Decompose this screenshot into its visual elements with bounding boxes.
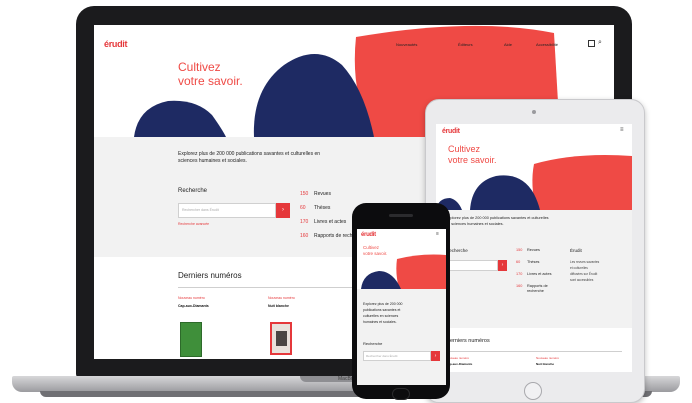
- phone-search-input[interactable]: Rechercher dans Érudit: [363, 351, 431, 361]
- category-journals[interactable]: Revues: [314, 191, 331, 197]
- cover-photo: [276, 331, 287, 346]
- intro-line1: Explorez plus de 200 000 publications sa…: [178, 151, 321, 157]
- journal-cover[interactable]: [180, 322, 202, 357]
- category-reports[interactable]: Rapports de recherche: [527, 284, 561, 294]
- category-count: 160: [300, 233, 309, 239]
- latest-tag: Nouveau numéro: [178, 296, 205, 300]
- category-theses[interactable]: Thèses: [314, 205, 330, 211]
- phone-home-button[interactable]: [392, 388, 410, 400]
- divider: [178, 287, 358, 288]
- phone-search-label: Recherche: [363, 341, 383, 346]
- latest-journal-name[interactable]: Nuit blanche: [268, 304, 289, 308]
- side-text: et culturelles: [570, 266, 588, 270]
- tablet-hero-line2: votre savoir.: [448, 155, 497, 165]
- latest-tag: Nouveau numéro: [536, 356, 560, 360]
- category-books[interactable]: Livres et actes: [527, 272, 551, 276]
- phone-search-placeholder: Rechercher dans Érudit: [366, 354, 398, 358]
- category-count: 60: [516, 260, 521, 264]
- tablet-hero-line1: Cultivez: [448, 144, 481, 154]
- tablet-intro-line2: en sciences humaines et sociales.: [446, 222, 504, 226]
- journal-cover[interactable]: [270, 322, 292, 355]
- tablet-search-input[interactable]: [446, 260, 498, 271]
- category-theses[interactable]: Thèses: [527, 260, 539, 264]
- menu-icon[interactable]: ≡: [436, 231, 439, 237]
- phone-screen: érudit ≡ Cultivez votre savoir. Explorez…: [357, 229, 446, 385]
- phone-hero-shapes: [361, 254, 446, 289]
- erudit-logo[interactable]: érudit: [361, 232, 376, 238]
- latest-issues-title: Derniers numéros: [178, 271, 242, 280]
- side-text: diffusées sur Érudit: [570, 272, 598, 276]
- phone-speaker: [389, 214, 413, 217]
- hero-title-line1: Cultivez: [178, 60, 221, 74]
- menu-icon[interactable]: ≡: [620, 127, 624, 133]
- tablet-screen: érudit ≡ Cultivez votre savoir. Explorez…: [436, 124, 632, 372]
- category-count: 60: [300, 205, 306, 211]
- category-count: 160: [516, 284, 523, 288]
- divider: [446, 351, 622, 352]
- category-journals[interactable]: Revues: [527, 248, 540, 252]
- category-count: 150: [300, 191, 309, 197]
- latest-tag: Nouveau numéro: [268, 296, 295, 300]
- tablet-home-button[interactable]: [524, 382, 542, 400]
- erudit-logo[interactable]: érudit: [104, 39, 128, 49]
- nav-item-publishers[interactable]: Éditeurs: [458, 42, 473, 47]
- nav-item-accessibility[interactable]: Accessibilité: [536, 42, 558, 47]
- tablet-search-button[interactable]: ›: [498, 260, 507, 271]
- phone-hero-line2: votre savoir.: [363, 251, 388, 256]
- tablet-camera: [532, 110, 536, 114]
- tablet-hero-shapes: [436, 155, 632, 210]
- search-icon[interactable]: ⌕: [598, 39, 602, 47]
- phone-intro-line3: culturelles en sciences: [363, 314, 399, 318]
- side-text: sont accessibles: [570, 278, 594, 282]
- category-count: 170: [516, 272, 523, 276]
- phone-intro-line4: humaines et sociales.: [363, 320, 397, 324]
- nav-item-news[interactable]: Nouveautés: [396, 42, 417, 47]
- latest-journal-name[interactable]: Nuit blanche: [536, 362, 554, 366]
- phone-intro-line2: publications savantes et: [363, 308, 401, 312]
- tablet-intro-line1: Explorez plus de 200 000 publications sa…: [446, 216, 549, 220]
- search-button[interactable]: ›: [276, 203, 290, 218]
- side-text: Les revues savantes: [570, 260, 600, 264]
- hero-title-line2: votre savoir.: [178, 74, 243, 88]
- category-books[interactable]: Livres et actes: [314, 219, 346, 225]
- search-placeholder: Rechercher dans Érudit: [182, 208, 219, 212]
- category-count: 150: [516, 248, 523, 252]
- phone-search-button[interactable]: ›: [431, 351, 440, 361]
- latest-journal-name[interactable]: Cap-aux-Diamants: [178, 304, 209, 308]
- intro-line2: sciences humaines et sociales.: [178, 158, 247, 164]
- category-count: 170: [300, 219, 309, 225]
- tablet-latest-title: Derniers numéros: [446, 338, 490, 344]
- search-label: Recherche: [178, 188, 208, 194]
- language-icon[interactable]: [588, 40, 595, 47]
- erudit-logo[interactable]: érudit: [442, 128, 460, 135]
- side-title: Érudit: [570, 248, 582, 253]
- advanced-search-link[interactable]: Recherche avancée: [178, 222, 209, 226]
- phone-intro-line1: Explorez plus de 200 000: [363, 302, 403, 306]
- nav-item-help[interactable]: Aide: [504, 42, 512, 47]
- search-input[interactable]: Rechercher dans Érudit: [178, 203, 276, 218]
